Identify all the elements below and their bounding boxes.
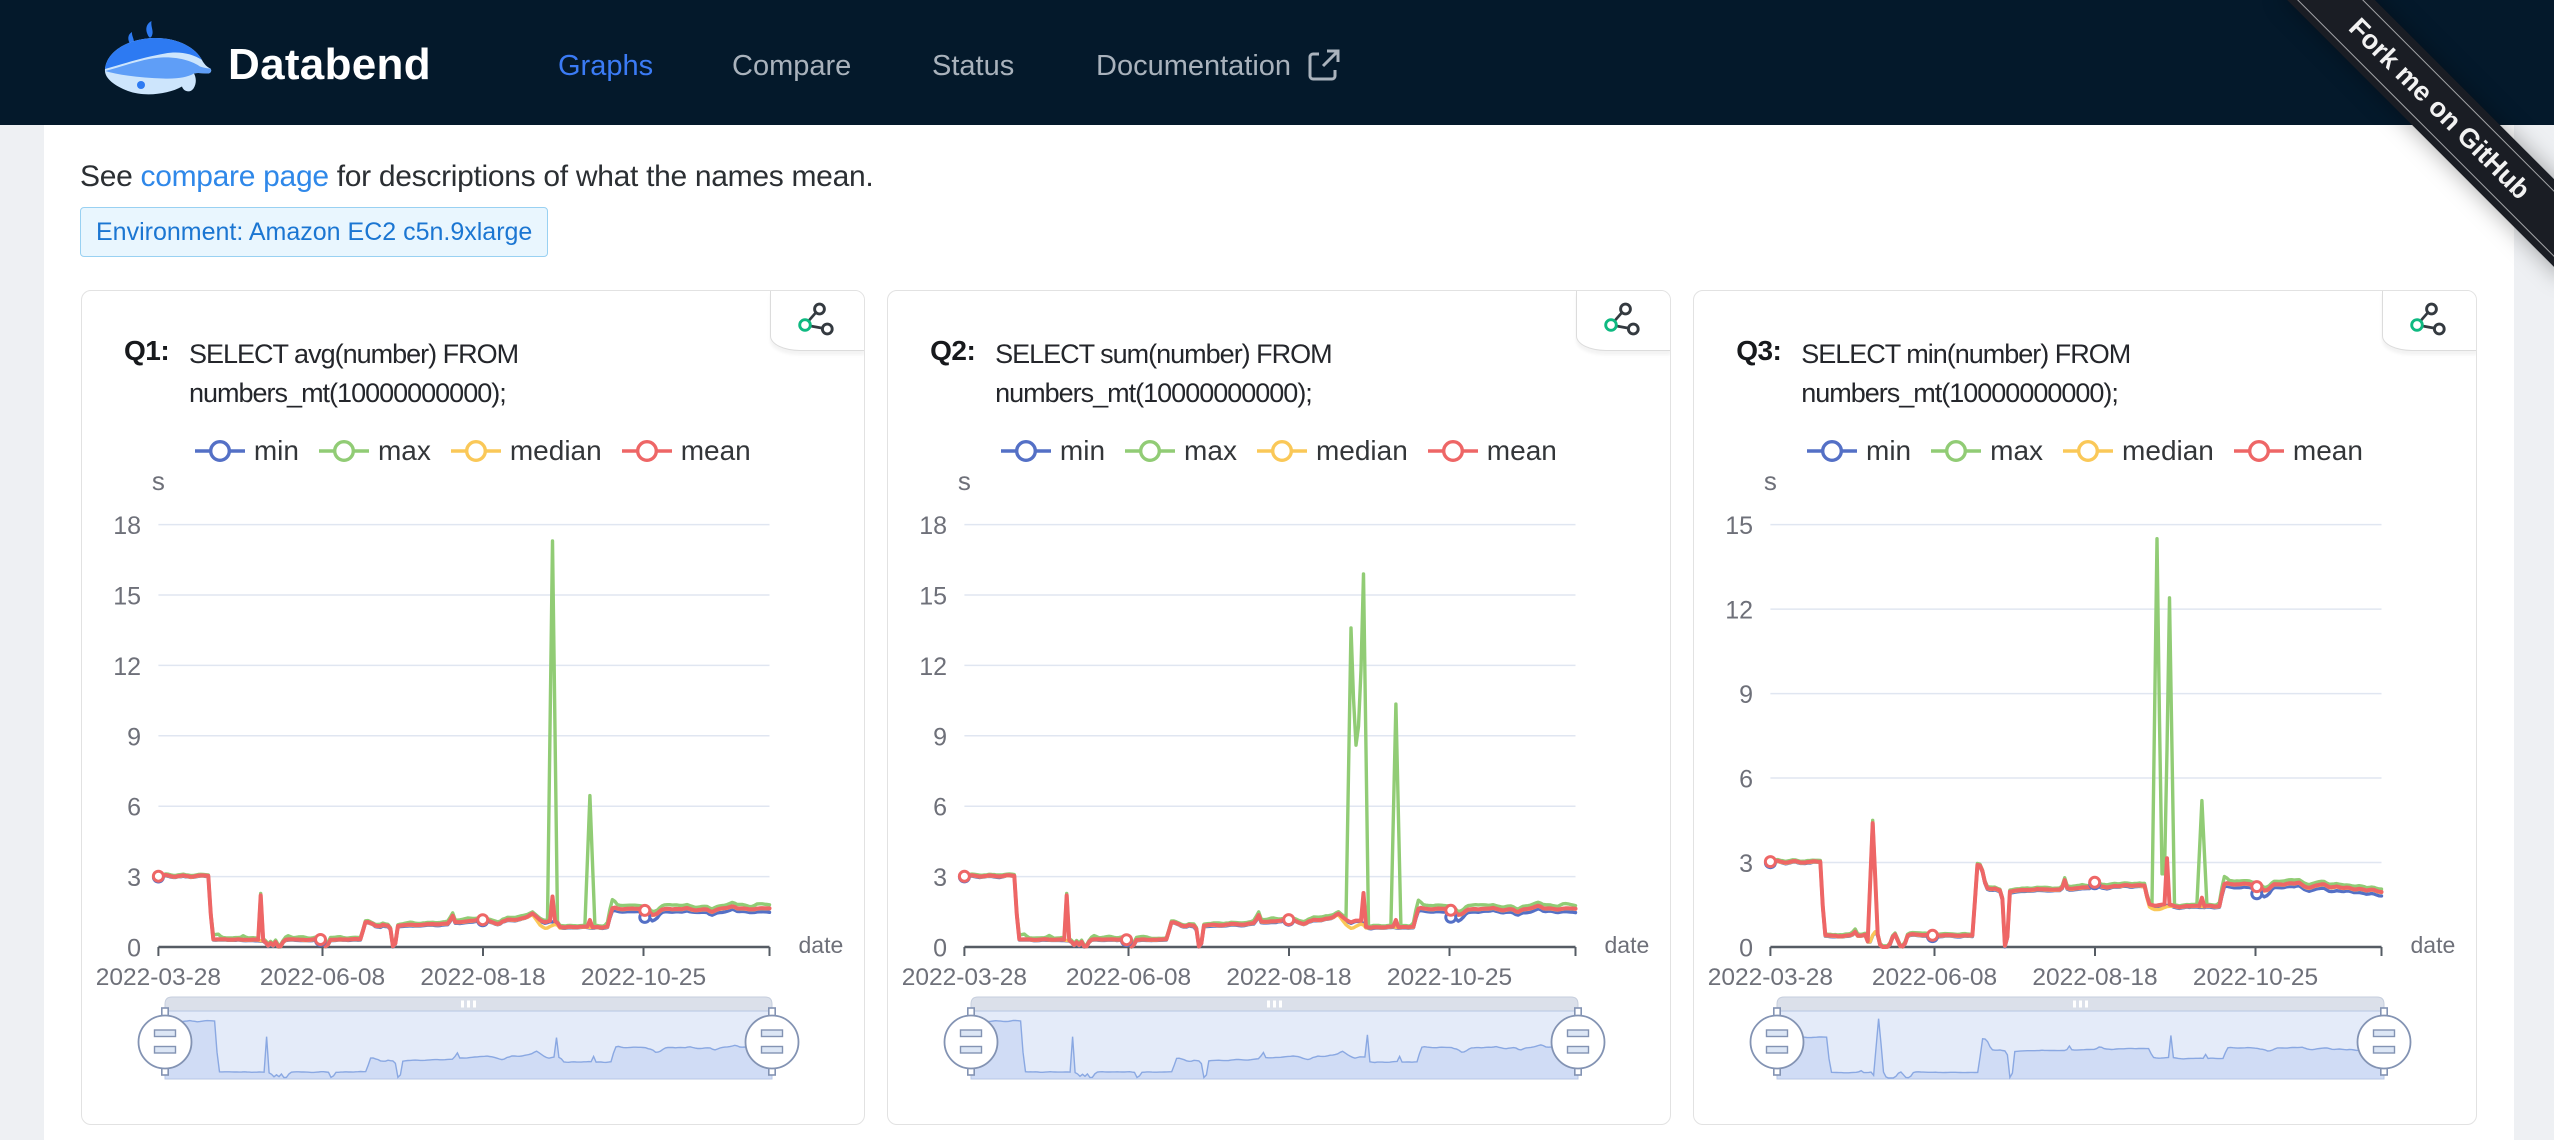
svg-text:6: 6	[933, 794, 947, 822]
svg-text:9: 9	[933, 723, 947, 751]
svg-text:2022-06-08: 2022-06-08	[1066, 964, 1191, 991]
svg-text:2022-06-08: 2022-06-08	[1872, 964, 1997, 991]
svg-text:12: 12	[113, 653, 141, 681]
svg-text:0: 0	[1739, 935, 1753, 963]
svg-text:s: s	[958, 466, 971, 496]
svg-text:2022-06-08: 2022-06-08	[260, 964, 385, 991]
svg-text:15: 15	[113, 583, 141, 611]
svg-text:2022-08-18: 2022-08-18	[1226, 964, 1351, 991]
svg-text:18: 18	[919, 512, 947, 540]
svg-text:2022-03-28: 2022-03-28	[96, 964, 221, 991]
svg-text:date: date	[1605, 932, 1650, 958]
svg-text:12: 12	[919, 653, 947, 681]
svg-text:6: 6	[127, 794, 141, 822]
svg-text:0: 0	[127, 935, 141, 963]
svg-text:9: 9	[1739, 681, 1753, 709]
svg-text:2022-03-28: 2022-03-28	[1708, 964, 1833, 991]
svg-text:2022-08-18: 2022-08-18	[2033, 964, 2158, 991]
svg-text:15: 15	[1725, 512, 1753, 540]
svg-text:2022-10-25: 2022-10-25	[581, 964, 706, 991]
svg-text:3: 3	[933, 864, 947, 892]
svg-text:date: date	[799, 932, 844, 958]
svg-text:6: 6	[1739, 766, 1753, 794]
svg-text:15: 15	[919, 583, 947, 611]
svg-text:s: s	[152, 466, 165, 496]
svg-text:9: 9	[127, 723, 141, 751]
svg-text:2022-08-18: 2022-08-18	[420, 964, 545, 991]
svg-text:12: 12	[1725, 597, 1753, 625]
svg-text:3: 3	[127, 864, 141, 892]
svg-text:s: s	[1764, 466, 1777, 496]
svg-text:2022-10-25: 2022-10-25	[1387, 964, 1512, 991]
svg-text:18: 18	[113, 512, 141, 540]
svg-text:date: date	[2411, 932, 2456, 958]
svg-text:2022-10-25: 2022-10-25	[2193, 964, 2318, 991]
svg-text:2022-03-28: 2022-03-28	[902, 964, 1027, 991]
svg-text:3: 3	[1739, 850, 1753, 878]
svg-text:0: 0	[933, 935, 947, 963]
